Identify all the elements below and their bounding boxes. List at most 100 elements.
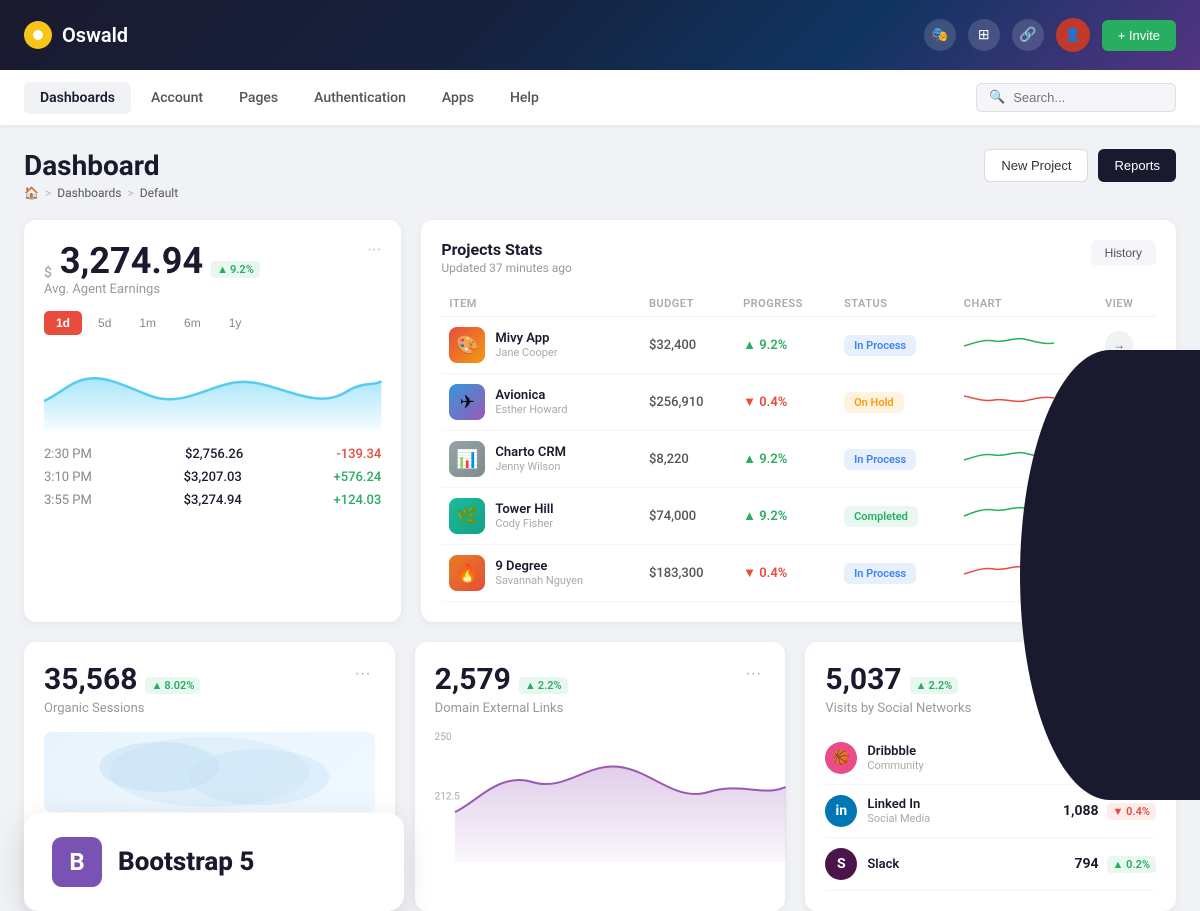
item-thumb-2: 📊 — [449, 441, 485, 477]
time-2: 3:10 PM — [44, 470, 92, 485]
breadcrumb-default: Default — [140, 186, 178, 200]
sessions-more-button[interactable]: ··· — [351, 662, 375, 686]
time-tabs: 1d 5d 1m 6m 1y — [44, 311, 381, 335]
bootstrap-icon: B — [52, 837, 102, 887]
page-title-section: Dashboard 🏠 > Dashboards > Default — [24, 149, 178, 200]
col-budget: BUDGET — [641, 291, 735, 317]
reports-button[interactable]: Reports — [1098, 149, 1176, 182]
new-project-button[interactable]: New Project — [984, 149, 1088, 182]
time-tab-1d[interactable]: 1d — [44, 311, 82, 335]
domain-links-card: ··· 2,579 ▲ 2.2% Domain External Links 2… — [415, 642, 786, 911]
item-cell-2: 📊 Charto CRM Jenny Wilson — [441, 431, 641, 488]
time-tab-1y[interactable]: 1y — [217, 311, 254, 335]
bootstrap-overlay: B Bootstrap 5 — [24, 813, 404, 911]
view-button-0[interactable]: → — [1105, 331, 1133, 359]
time-tab-1m[interactable]: 1m — [127, 311, 168, 335]
social-items-list: 🏀 Dribbble Community 579 ▲ 2.6% in Linke… — [825, 732, 1156, 891]
item-sub-1: Esther Howard — [495, 403, 567, 416]
top-cards-row: ··· $ 3,274.94 ▲ 9.2% Avg. Agent Earning… — [24, 220, 1176, 622]
tab-apps[interactable]: Apps — [426, 82, 490, 114]
item-cell-4: 🔥 9 Degree Savannah Nguyen — [441, 545, 641, 602]
page-header: Dashboard 🏠 > Dashboards > Default New P… — [24, 149, 1176, 200]
status-cell-2: In Process — [836, 431, 956, 488]
budget-cell-3: $74,000 — [641, 488, 735, 545]
item-name-1: Avionica — [495, 388, 567, 403]
view-button-2[interactable]: → — [1105, 445, 1133, 473]
earnings-rows: 2:30 PM $2,756.26 -139.34 3:10 PM $3,207… — [44, 447, 381, 508]
tab-pages[interactable]: Pages — [223, 82, 294, 114]
tab-account[interactable]: Account — [135, 82, 219, 114]
view-button-1[interactable]: → — [1105, 388, 1133, 416]
earnings-amount: 3,274.94 — [60, 240, 203, 282]
mask-icon[interactable]: 🎭 — [924, 19, 956, 51]
view-cell-3[interactable]: → — [1097, 488, 1156, 545]
domain-more-button[interactable]: ··· — [741, 662, 765, 686]
col-item: ITEM — [441, 291, 641, 317]
page-content: Dashboard 🏠 > Dashboards > Default New P… — [0, 125, 1200, 911]
invite-button[interactable]: + Invite — [1102, 20, 1176, 51]
social-icon-1: in — [825, 795, 857, 827]
value-2: $3,207.03 — [184, 470, 242, 485]
status-cell-4: In Process — [836, 545, 956, 602]
top-nav-right: 🎭 ⊞ 🔗 👤 + Invite — [924, 18, 1176, 52]
projects-title-section: Projects Stats Updated 37 minutes ago — [441, 240, 572, 275]
budget-cell-2: $8,220 — [641, 431, 735, 488]
chart-cell-0 — [956, 317, 1097, 374]
top-nav: Oswald 🎭 ⊞ 🔗 👤 + Invite — [0, 0, 1200, 70]
social-count-2: 794 — [1074, 856, 1098, 872]
time-tab-6m[interactable]: 6m — [172, 311, 213, 335]
time-1: 2:30 PM — [44, 447, 92, 462]
table-row: 🔥 9 Degree Savannah Nguyen $183,300 ▼ 0.… — [441, 545, 1156, 602]
share-icon[interactable]: 🔗 — [1012, 19, 1044, 51]
history-button[interactable]: History — [1091, 240, 1156, 266]
avatar[interactable]: 👤 — [1056, 18, 1090, 52]
social-amount-row: 5,037 ▲ 2.2% — [825, 662, 1132, 701]
earnings-row-1: 2:30 PM $2,756.26 -139.34 — [44, 447, 381, 462]
sessions-label: Organic Sessions — [44, 701, 375, 716]
chart-cell-2 — [956, 431, 1097, 488]
view-cell-0[interactable]: → — [1097, 317, 1156, 374]
table-row: 🎨 Mivy App Jane Cooper $32,400 ▲ 9.2% In… — [441, 317, 1156, 374]
social-amount: 5,037 — [825, 662, 901, 697]
view-cell-2[interactable]: → — [1097, 431, 1156, 488]
social-count-0: 579 — [1074, 750, 1098, 766]
domain-amount-row: 2,579 ▲ 2.2% — [435, 662, 742, 701]
projects-header: Projects Stats Updated 37 minutes ago Hi… — [441, 240, 1156, 275]
item-thumb-3: 🌿 — [449, 498, 485, 534]
projects-subtitle: Updated 37 minutes ago — [441, 261, 572, 275]
earnings-label: Avg. Agent Earnings — [44, 282, 381, 297]
status-cell-0: In Process — [836, 317, 956, 374]
view-cell-1[interactable]: → — [1097, 374, 1156, 431]
earnings-more-icon[interactable]: ··· — [367, 240, 381, 261]
social-sub-0: Community — [867, 759, 923, 772]
bootstrap-text: Bootstrap 5 — [118, 847, 254, 877]
progress-cell-1: ▼ 0.4% — [735, 374, 836, 431]
table-row: ✈ Avionica Esther Howard $256,910 ▼ 0.4%… — [441, 374, 1156, 431]
social-item-1: in Linked In Social Media 1,088 ▼ 0.4% — [825, 785, 1156, 838]
item-name-3: Tower Hill — [495, 502, 553, 517]
tab-dashboards[interactable]: Dashboards — [24, 82, 131, 114]
view-button-3[interactable]: → — [1105, 502, 1133, 530]
social-badge: ▲ 2.2% — [910, 677, 959, 694]
social-more-button[interactable]: ··· — [1132, 662, 1156, 686]
chart-cell-1 — [956, 374, 1097, 431]
projects-title: Projects Stats — [441, 240, 572, 259]
earnings-badge: ▲ 9.2% — [211, 261, 260, 278]
view-cell-4[interactable]: → — [1097, 545, 1156, 602]
social-label: Visits by Social Networks — [825, 701, 1156, 716]
tab-authentication[interactable]: Authentication — [298, 82, 422, 114]
social-name-0: Dribbble — [867, 744, 923, 759]
view-button-4[interactable]: → — [1105, 559, 1133, 587]
sessions-amount-row: 35,568 ▲ 8.02% — [44, 662, 351, 701]
time-tab-5d[interactable]: 5d — [86, 311, 123, 335]
chart-cell-3 — [956, 488, 1097, 545]
item-thumb-0: 🎨 — [449, 327, 485, 363]
table-row: 📊 Charto CRM Jenny Wilson $8,220 ▲ 9.2% … — [441, 431, 1156, 488]
layout-icon[interactable]: ⊞ — [968, 19, 1000, 51]
social-icon-2: S — [825, 848, 857, 880]
breadcrumb-dashboards[interactable]: Dashboards — [57, 186, 121, 200]
search-box[interactable]: 🔍 — [976, 83, 1176, 112]
tab-help[interactable]: Help — [494, 82, 555, 114]
search-input[interactable] — [1013, 90, 1163, 105]
earnings-row-3: 3:55 PM $3,274.94 +124.03 — [44, 493, 381, 508]
